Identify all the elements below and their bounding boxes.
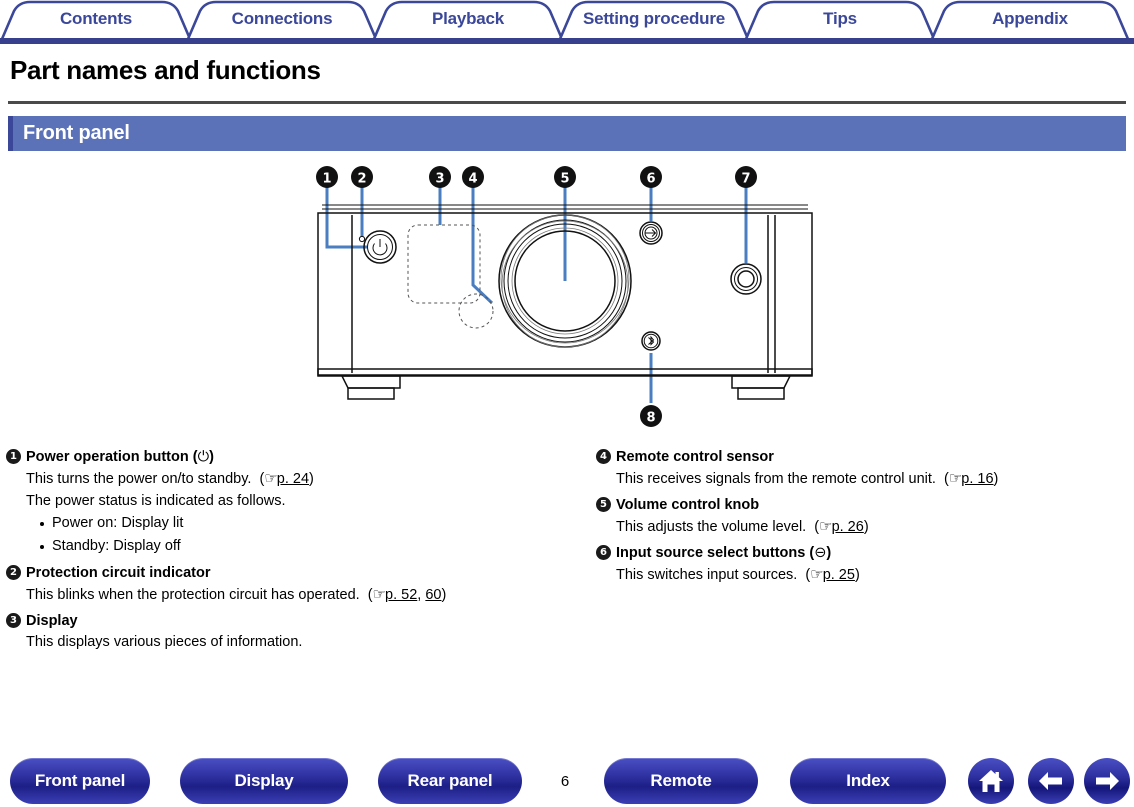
svg-text:4: 4 bbox=[468, 172, 477, 187]
body-line: The power status is indicated as follows… bbox=[26, 493, 286, 509]
section-accent-bar bbox=[8, 116, 13, 151]
front-panel-diagram: .ln { fill:none; stroke:#111; stroke-wid… bbox=[300, 163, 840, 443]
tab-connections-label: Connections bbox=[231, 9, 333, 28]
footer-button-display[interactable]: Display bbox=[180, 758, 348, 804]
section-header: Front panel bbox=[8, 116, 1126, 151]
description-column-right: 4 Remote control sensor This receives si… bbox=[596, 447, 1131, 587]
description-item-2-header: 2 Protection circuit indicator bbox=[6, 563, 551, 583]
manual-page: Contents Connections Playback Setting pr… bbox=[0, 0, 1134, 807]
home-button[interactable] bbox=[968, 758, 1014, 804]
page-reference[interactable]: (☞p. 16) bbox=[944, 469, 998, 487]
item-number-badge: 6 bbox=[596, 545, 611, 560]
footer-button-rear-panel[interactable]: Rear panel bbox=[378, 758, 522, 804]
page-reference[interactable]: (☞p. 24) bbox=[259, 469, 313, 487]
page-number: 6 bbox=[560, 772, 570, 790]
forward-button[interactable] bbox=[1084, 758, 1130, 804]
description-item-1-body: This turns the power on/to standby. (☞p.… bbox=[26, 467, 551, 558]
tab-appendix-label: Appendix bbox=[992, 9, 1068, 28]
description-item-5: 5 Volume control knob This adjusts the v… bbox=[596, 495, 1131, 538]
description-item-2: 2 Protection circuit indicator This blin… bbox=[6, 563, 551, 606]
body-line: This turns the power on/to standby. (☞p.… bbox=[26, 469, 314, 487]
description-item-1-header: 1 Power operation button (⏻) bbox=[6, 447, 551, 467]
description-item-5-body: This adjusts the volume level. (☞p. 26) bbox=[616, 515, 1131, 538]
description-item-6-body: This switches input sources. (☞p. 25) bbox=[616, 563, 1131, 586]
tab-tips-label: Tips bbox=[823, 9, 857, 28]
svg-text:1: 1 bbox=[322, 172, 331, 187]
description-item-5-title: Volume control knob bbox=[616, 497, 760, 513]
input-source-icon: ⊖ bbox=[814, 545, 827, 561]
description-item-4: 4 Remote control sensor This receives si… bbox=[596, 447, 1131, 490]
page-title: Part names and functions bbox=[10, 55, 321, 85]
power-icon: ⏻ bbox=[197, 449, 210, 465]
tab-setting-procedure-label: Setting procedure bbox=[582, 9, 726, 28]
page-reference-secondary[interactable]: 60 bbox=[425, 587, 441, 603]
description-item-6: 6 Input source select buttons (⊖) This s… bbox=[596, 543, 1131, 586]
svg-text:2: 2 bbox=[357, 172, 366, 187]
description-item-6-title: Input source select buttons (⊖) bbox=[616, 545, 832, 561]
section-title: Front panel bbox=[23, 122, 130, 144]
description-item-3-body: This displays various pieces of informat… bbox=[26, 631, 551, 653]
tab-connections[interactable]: Connections bbox=[186, 0, 378, 40]
svg-text:8: 8 bbox=[646, 411, 655, 426]
footer-button-remote[interactable]: Remote bbox=[604, 758, 758, 804]
tab-playback[interactable]: Playback bbox=[372, 0, 564, 40]
pointing-hand-icon: ☞ bbox=[948, 469, 962, 487]
body-line: This receives signals from the remote co… bbox=[616, 469, 999, 487]
page-reference[interactable]: (☞p. 25) bbox=[805, 565, 859, 583]
description-column-left: 1 Power operation button (⏻) This turns … bbox=[6, 447, 551, 654]
pointing-hand-icon: ☞ bbox=[264, 469, 277, 487]
callout-8: 8 bbox=[640, 405, 662, 427]
description-item-1-bullets: Power on: Display lit Standby: Display o… bbox=[38, 512, 551, 558]
footer-button-front-panel[interactable]: Front panel bbox=[10, 758, 150, 804]
description-item-4-title: Remote control sensor bbox=[616, 449, 774, 465]
svg-text:3: 3 bbox=[435, 172, 444, 187]
tab-tips[interactable]: Tips bbox=[744, 0, 936, 40]
pointing-hand-icon: ☞ bbox=[810, 565, 823, 583]
description-item-5-header: 5 Volume control knob bbox=[596, 495, 1131, 515]
tab-setting-procedure[interactable]: Setting procedure bbox=[558, 0, 750, 40]
page-reference[interactable]: (☞p. 26) bbox=[814, 517, 868, 535]
footer-navigation: Front panel Display Rear panel 6 Remote … bbox=[0, 758, 1134, 807]
item-number-badge: 1 bbox=[6, 449, 21, 464]
description-item-4-body: This receives signals from the remote co… bbox=[616, 467, 1131, 490]
body-line: This displays various pieces of informat… bbox=[26, 634, 303, 650]
description-item-6-header: 6 Input source select buttons (⊖) bbox=[596, 543, 1131, 563]
bullet-item: Power on: Display lit bbox=[38, 512, 551, 535]
body-line: This blinks when the protection circuit … bbox=[26, 585, 447, 603]
tab-contents-label: Contents bbox=[59, 9, 133, 28]
pointing-hand-icon: ☞ bbox=[372, 585, 386, 603]
body-line: This switches input sources. (☞p. 25) bbox=[616, 565, 860, 583]
description-item-1: 1 Power operation button (⏻) This turns … bbox=[6, 447, 551, 558]
title-divider bbox=[8, 101, 1126, 104]
item-number-badge: 3 bbox=[6, 613, 21, 628]
description-item-2-body: This blinks when the protection circuit … bbox=[26, 583, 551, 606]
back-button[interactable] bbox=[1028, 758, 1074, 804]
item-number-badge: 5 bbox=[596, 497, 611, 512]
callout-group-top: 1 2 3 4 5 6 7 bbox=[316, 166, 757, 188]
description-item-3: 3 Display This displays various pieces o… bbox=[6, 611, 551, 653]
item-number-badge: 4 bbox=[596, 449, 611, 464]
svg-text:6: 6 bbox=[646, 172, 655, 187]
tab-playback-label: Playback bbox=[431, 9, 505, 28]
tab-contents[interactable]: Contents bbox=[0, 0, 192, 40]
item-number-badge: 2 bbox=[6, 565, 21, 580]
home-icon bbox=[979, 770, 1003, 792]
description-item-4-header: 4 Remote control sensor bbox=[596, 447, 1131, 467]
bullet-item: Standby: Display off bbox=[38, 535, 551, 558]
description-item-3-title: Display bbox=[26, 613, 78, 629]
page-reference[interactable]: (☞p. 52, bbox=[368, 585, 422, 603]
svg-text:7: 7 bbox=[741, 172, 750, 187]
tab-bar-underline bbox=[0, 38, 1134, 44]
top-tab-bar: Contents Connections Playback Setting pr… bbox=[0, 0, 1134, 44]
svg-text:5: 5 bbox=[560, 172, 569, 187]
arrow-right-icon bbox=[1096, 772, 1119, 790]
footer-button-index[interactable]: Index bbox=[790, 758, 946, 804]
description-item-3-header: 3 Display bbox=[6, 611, 551, 631]
body-line: This adjusts the volume level. (☞p. 26) bbox=[616, 517, 869, 535]
description-item-2-title: Protection circuit indicator bbox=[26, 565, 211, 581]
description-item-1-title: Power operation button (⏻) bbox=[26, 449, 214, 465]
arrow-left-icon bbox=[1039, 772, 1062, 790]
tab-appendix[interactable]: Appendix bbox=[930, 0, 1130, 40]
pointing-hand-icon: ☞ bbox=[819, 517, 832, 535]
